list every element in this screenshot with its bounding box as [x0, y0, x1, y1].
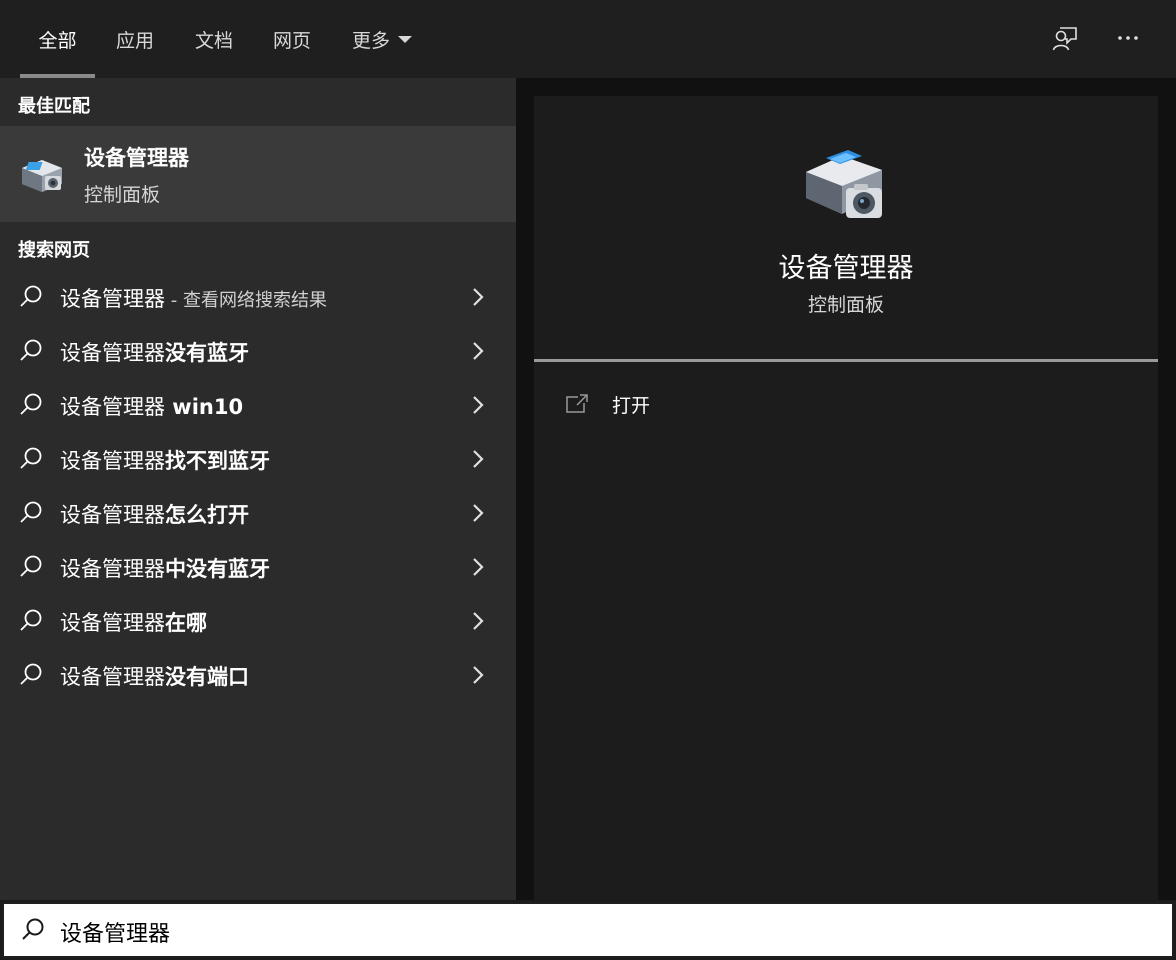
web-search-result-row[interactable]: 设备管理器找不到蓝牙: [0, 432, 516, 486]
tab-web-label: 网页: [272, 29, 311, 52]
search-icon: [20, 555, 42, 577]
web-search-result-row[interactable]: 设备管理器 - 查看网络搜索结果: [0, 270, 516, 324]
tab-apps-label: 应用: [115, 29, 154, 52]
result-query-completion: 没有蓝牙: [165, 341, 249, 365]
result-query-completion: win10: [165, 395, 244, 419]
chevron-right-icon[interactable]: [468, 500, 488, 526]
search-icon: [20, 339, 42, 361]
web-search-result-row[interactable]: 设备管理器在哪: [0, 594, 516, 648]
chevron-right-icon[interactable]: [468, 446, 488, 472]
device-manager-large-icon: [806, 150, 882, 218]
result-query-suffix: - 查看网络搜索结果: [165, 290, 327, 311]
result-query-prefix: 设备管理器: [60, 449, 165, 473]
result-query-prefix: 设备管理器: [60, 395, 165, 419]
web-search-result-text: 设备管理器中没有蓝牙: [60, 553, 270, 583]
more-options-icon[interactable]: [1110, 20, 1146, 56]
tab-documents[interactable]: 文档: [183, 0, 245, 78]
result-query-prefix: 设备管理器: [60, 611, 165, 635]
feedback-icon[interactable]: [1047, 20, 1083, 56]
tab-apps[interactable]: 应用: [104, 0, 166, 78]
result-query-completion: 怎么打开: [165, 503, 249, 527]
best-match-item[interactable]: 设备管理器 控制面板: [0, 126, 516, 222]
chevron-right-icon[interactable]: [468, 554, 488, 580]
result-query-prefix: 设备管理器: [60, 341, 165, 365]
result-query-completion: 没有端口: [165, 665, 249, 689]
open-icon: [566, 394, 588, 413]
chevron-right-icon[interactable]: [468, 338, 488, 364]
filter-tab-bar: 全部 应用 文档 网页 更多: [0, 0, 1176, 78]
web-search-result-text: 设备管理器 - 查看网络搜索结果: [60, 283, 327, 313]
tab-documents-label: 文档: [194, 29, 233, 52]
preview-title: 设备管理器: [778, 253, 914, 284]
result-query-prefix: 设备管理器: [60, 287, 165, 311]
preview-subtitle: 控制面板: [807, 294, 884, 316]
results-panel: 最佳匹配 设备管理器 控制面板 搜索网页 设备管理器 - 查看网络搜索结果 设备管…: [0, 78, 516, 900]
result-query-prefix: 设备管理器: [60, 557, 165, 581]
chevron-right-icon[interactable]: [468, 608, 488, 634]
web-search-result-row[interactable]: 设备管理器 win10: [0, 378, 516, 432]
best-match-title: 设备管理器: [84, 146, 189, 170]
preview-divider: [534, 359, 1158, 362]
chevron-right-icon[interactable]: [468, 662, 488, 688]
search-icon: [20, 609, 42, 631]
tab-more[interactable]: 更多: [340, 0, 424, 78]
web-search-result-text: 设备管理器 win10: [60, 391, 243, 421]
device-manager-icon: [22, 160, 62, 192]
search-icon: [20, 447, 42, 469]
chevron-right-icon[interactable]: [468, 284, 488, 310]
web-search-result-text: 设备管理器没有蓝牙: [60, 337, 249, 367]
chevron-right-icon[interactable]: [468, 392, 488, 418]
web-search-result-text: 设备管理器找不到蓝牙: [60, 445, 270, 475]
search-icon: [22, 918, 44, 940]
search-icon: [20, 663, 42, 685]
result-query-completion: 在哪: [165, 611, 207, 635]
web-search-result-text: 设备管理器怎么打开: [60, 499, 249, 529]
preview-card: 设备管理器 控制面板 打开: [534, 96, 1158, 900]
result-query-completion: 中没有蓝牙: [165, 557, 270, 581]
search-icon: [20, 285, 42, 307]
web-search-result-row[interactable]: 设备管理器怎么打开: [0, 486, 516, 540]
result-query-prefix: 设备管理器: [60, 503, 165, 527]
best-match-subtitle: 控制面板: [84, 184, 161, 206]
best-match-heading: 最佳匹配: [18, 96, 90, 117]
web-search-result-text: 设备管理器没有端口: [60, 661, 249, 691]
tab-all[interactable]: 全部: [20, 0, 95, 78]
search-icon: [20, 393, 42, 415]
web-search-result-row[interactable]: 设备管理器没有蓝牙: [0, 324, 516, 378]
caret-down-icon: [398, 35, 412, 43]
open-action-label: 打开: [612, 394, 651, 417]
tab-more-label: 更多: [351, 29, 390, 52]
search-box: [2, 902, 1174, 958]
tab-web[interactable]: 网页: [261, 0, 323, 78]
result-query-prefix: 设备管理器: [60, 665, 165, 689]
search-icon: [20, 501, 42, 523]
web-search-heading: 搜索网页: [18, 240, 90, 261]
web-search-result-text: 设备管理器在哪: [60, 607, 207, 637]
web-search-result-row[interactable]: 设备管理器没有端口: [0, 648, 516, 702]
result-query-completion: 找不到蓝牙: [165, 449, 270, 473]
web-search-result-row[interactable]: 设备管理器中没有蓝牙: [0, 540, 516, 594]
open-action[interactable]: 打开: [564, 386, 650, 422]
search-input[interactable]: [60, 912, 1160, 952]
tab-all-label: 全部: [38, 29, 77, 52]
